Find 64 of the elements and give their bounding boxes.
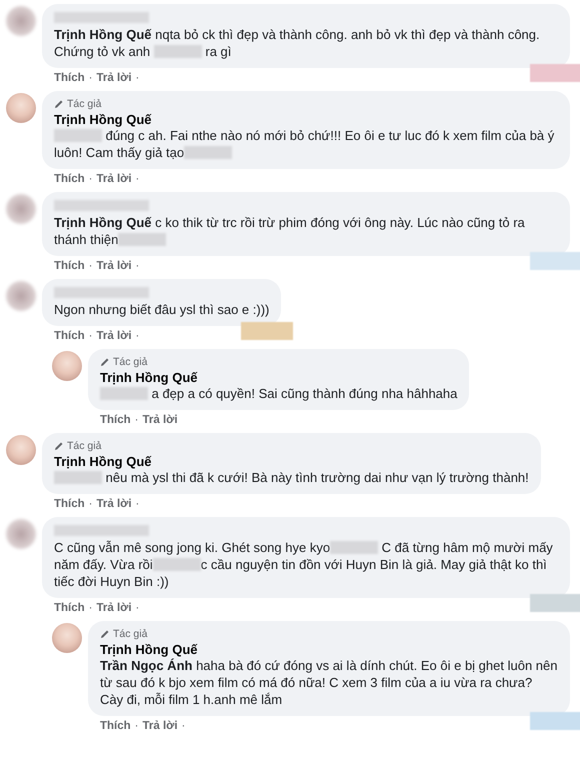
avatar[interactable] bbox=[6, 6, 36, 36]
reply-link[interactable]: Trả lời bbox=[142, 414, 178, 426]
comment-text: Trần Ngọc Ánh haha bà đó cứ đóng vs ai là dính chút. Eo ôi e bị ghet luôn nên từ sau đó k bjo xem film có má đó nữa! C xem 3 film của a iu vừa ra chưa? Cày đi, mỗi film 1 h.anh mê lắm bbox=[100, 657, 558, 708]
separator-dot: · bbox=[136, 173, 140, 185]
comment-text: a đẹp a có quyền! Sai cũng thành đúng nha hâhhaha bbox=[100, 385, 458, 402]
reaction-badge[interactable] bbox=[530, 594, 580, 612]
author-name[interactable]: Trịnh Hồng Quế bbox=[54, 454, 529, 469]
reaction-badge[interactable] bbox=[530, 252, 580, 270]
separator-dot: · bbox=[88, 72, 93, 84]
separator-dot: · bbox=[136, 602, 140, 614]
like-link[interactable]: Thích bbox=[54, 498, 85, 510]
separator-dot: · bbox=[136, 330, 140, 342]
separator-dot: · bbox=[88, 173, 93, 185]
pencil-icon bbox=[100, 357, 110, 367]
separator-dot: · bbox=[182, 720, 186, 732]
avatar[interactable] bbox=[52, 351, 82, 381]
avatar[interactable] bbox=[6, 435, 36, 465]
reply-link[interactable]: Trả lời bbox=[96, 602, 132, 614]
separator-dot: · bbox=[136, 260, 140, 272]
badge-label: Tác giả bbox=[113, 356, 148, 368]
reaction-badge[interactable] bbox=[241, 322, 294, 340]
separator-dot: · bbox=[134, 414, 139, 426]
comment-text: Trịnh Hồng Quế c ko thik từ trc rồi trừ phim đóng với ông này. Lúc nào cũng tỏ ra thánh thiện bbox=[54, 214, 526, 248]
badge-label: Tác giả bbox=[113, 628, 148, 640]
comment-text: nêu mà ysl thi đã k cưới! Bà này tình trường dai như vạn lý trường thành! bbox=[54, 469, 529, 486]
reply-link[interactable]: Trả lời bbox=[96, 173, 132, 185]
like-link[interactable]: Thích bbox=[54, 72, 85, 84]
separator-dot: · bbox=[136, 498, 140, 510]
author-name[interactable]: Trịnh Hồng Quế bbox=[54, 112, 558, 127]
like-link[interactable]: Thích bbox=[54, 330, 85, 342]
like-link[interactable]: Thích bbox=[54, 260, 85, 272]
comment-text: C cũng vẫn mê song jong ki. Ghét song hye kyo C đã từng hâm mộ mười mấy năm đấy. Vừa rồi c cầu nguyện tin đồn với Huyn Bin là giả. May giả thật ko thì tiếc đời Huyn Bin :)) bbox=[54, 539, 554, 590]
badge-label: Tác giả bbox=[67, 98, 102, 110]
reply-link[interactable]: Trả lời bbox=[96, 72, 132, 84]
reply-link[interactable]: Trả lời bbox=[96, 330, 132, 342]
pencil-icon bbox=[54, 441, 64, 451]
separator-dot: · bbox=[88, 260, 93, 272]
separator-dot: · bbox=[88, 330, 93, 342]
comment-text: Ngon nhưng biết đâu ysl thì sao e :))) bbox=[54, 301, 270, 318]
reply-link[interactable]: Trả lời bbox=[96, 498, 132, 510]
avatar[interactable] bbox=[6, 281, 36, 311]
separator-dot: · bbox=[136, 72, 140, 84]
avatar[interactable] bbox=[6, 194, 36, 224]
separator-dot: · bbox=[88, 498, 93, 510]
badge-label: Tác giả bbox=[67, 440, 102, 452]
pencil-icon bbox=[54, 99, 64, 109]
like-link[interactable]: Thích bbox=[54, 602, 85, 614]
author-name[interactable]: Trịnh Hồng Quế bbox=[100, 370, 458, 385]
reaction-badge[interactable] bbox=[530, 712, 580, 730]
like-link[interactable]: Thích bbox=[54, 173, 85, 185]
like-link[interactable]: Thích bbox=[100, 414, 131, 426]
comment-text: Trịnh Hồng Quế nqta bỏ ck thì đẹp và thành công. anh bỏ vk thì đẹp và thành công. Chứng tỏ vk anh ra gì bbox=[54, 26, 541, 60]
reply-link[interactable]: Trả lời bbox=[142, 720, 178, 732]
separator-dot: · bbox=[88, 602, 93, 614]
avatar[interactable] bbox=[6, 519, 36, 549]
comment-text: đúng c ah. Fai nthe nào nó mới bỏ chứ!!! Eo ôi e tư luc đó k xem film của bà ý luôn! Cam thấy giả tạo bbox=[54, 127, 556, 161]
pencil-icon bbox=[100, 629, 110, 639]
avatar[interactable] bbox=[6, 93, 36, 123]
like-link[interactable]: Thích bbox=[100, 720, 131, 732]
avatar[interactable] bbox=[52, 623, 82, 653]
author-name[interactable]: Trịnh Hồng Quế bbox=[100, 642, 558, 657]
separator-dot: · bbox=[134, 720, 139, 732]
reaction-badge[interactable] bbox=[530, 64, 580, 82]
reply-link[interactable]: Trả lời bbox=[96, 260, 132, 272]
